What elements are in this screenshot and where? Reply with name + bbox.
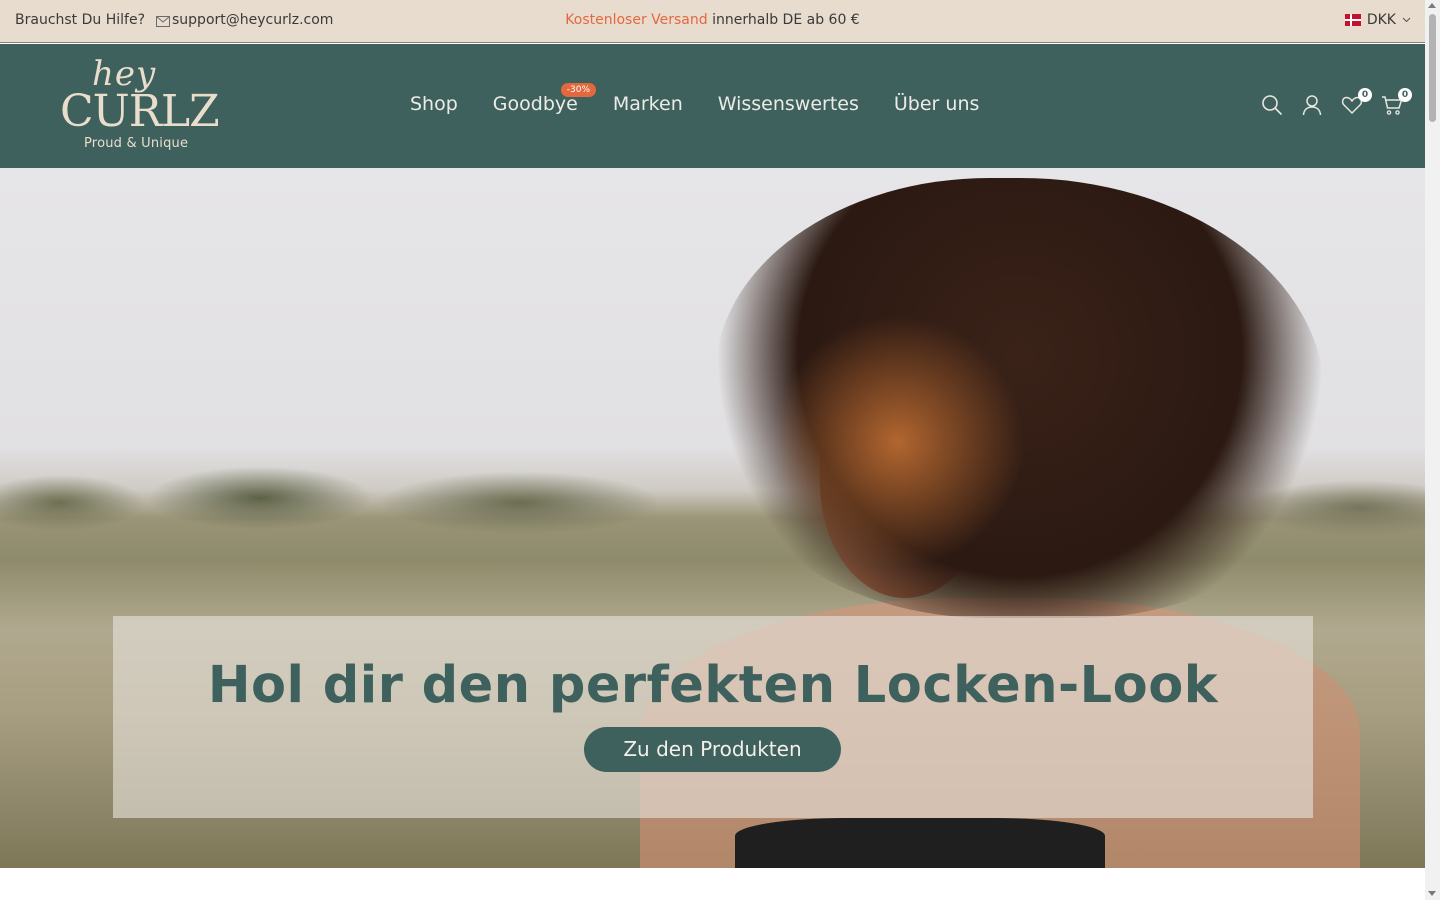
cart-count-badge: 0 [1398,88,1412,102]
chevron-down-icon [1402,17,1411,23]
hero-banner: Hol dir den perfekten Locken-Look Zu den… [0,168,1425,868]
promo-text: innerhalb DE ab 60 € [707,12,860,28]
wishlist-button[interactable]: 0 [1341,88,1372,116]
hero-overlay-box: Hol dir den perfekten Locken-Look Zu den… [113,616,1313,818]
scrollbar-thumb[interactable] [1429,14,1436,122]
main-nav: Shop Goodbye -30% Marken Wissenswertes Ü… [410,83,980,115]
nav-item-shop[interactable]: Shop [410,93,458,115]
search-icon [1262,95,1283,116]
promo-highlight: Kostenloser Versand [565,12,708,28]
site-logo[interactable]: hey CURLZ Proud & Unique [58,54,220,154]
denmark-flag-icon [1344,14,1361,26]
nav-item-wissenswertes[interactable]: Wissenswertes [718,93,859,115]
hero-image-top [735,818,1105,868]
nav-item-ueber-uns[interactable]: Über uns [894,93,980,115]
hero-headline: Hol dir den perfekten Locken-Look [207,656,1219,715]
scroll-down-arrow-icon[interactable] [1428,891,1436,896]
shop-products-button[interactable]: Zu den Produkten [584,727,841,772]
scroll-up-arrow-icon[interactable] [1428,3,1436,8]
header-actions: 0 0 [1261,88,1412,116]
search-button[interactable] [1261,94,1283,116]
announcement-bar: Brauchst Du Hilfe? support@heycurlz.com … [0,0,1425,43]
site-header: hey CURLZ Proud & Unique Shop Goodbye -3… [0,44,1425,168]
page-scrollbar[interactable] [1425,0,1440,900]
shipping-promo: Kostenloser Versand innerhalb DE ab 60 € [0,12,1425,28]
discount-badge: -30% [560,83,597,97]
currency-label: DKK [1366,12,1396,28]
nav-item-goodbye[interactable]: Goodbye -30% [493,83,597,115]
hero-image-hair [715,178,1325,618]
wishlist-count-badge: 0 [1358,88,1372,102]
currency-selector[interactable]: DKK [1344,12,1411,28]
user-icon [1302,95,1322,116]
account-button[interactable] [1301,94,1323,116]
nav-item-marken[interactable]: Marken [613,93,683,115]
cart-button[interactable]: 0 [1381,88,1412,116]
logo-tagline: Proud & Unique [84,136,189,151]
logo-wordmark: CURLZ [60,86,220,137]
